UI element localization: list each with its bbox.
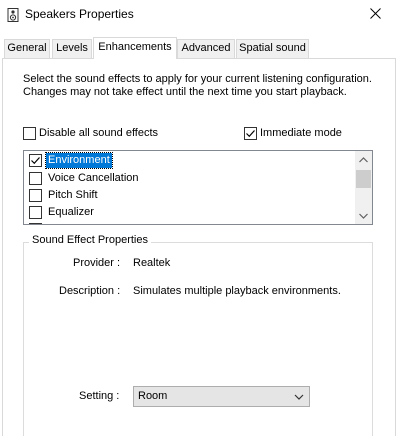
scroll-down-button[interactable] [355,207,372,224]
chevron-down-icon [294,392,304,402]
tab-strip: General Levels Enhancements Advanced Spa… [0,37,398,59]
title-bar: Speakers Properties [0,0,398,30]
description-value: Simulates multiple playback environments… [133,285,341,297]
scroll-up-button[interactable] [355,151,372,168]
speaker-icon [7,8,19,22]
tab-levels[interactable]: Levels [52,39,92,58]
pitch-shift-checkbox[interactable] [29,189,42,202]
immediate-mode-label[interactable]: Immediate mode [260,127,342,139]
list-item-pitch-shift[interactable]: Pitch Shift [24,188,354,204]
checkmark-icon [246,130,255,138]
close-icon [369,8,381,22]
immediate-mode-checkbox[interactable] [244,127,257,140]
enhancements-description: Select the sound effects to apply for yo… [23,73,372,98]
tab-enhancements[interactable]: Enhancements [93,37,177,59]
list-item-equalizer[interactable]: Equalizer [24,205,354,221]
tab-spatial-sound[interactable]: Spatial sound [236,39,309,58]
list-item-environment[interactable]: Environment [24,152,354,169]
setting-value: Room [138,390,168,402]
equalizer-checkbox[interactable] [29,206,42,219]
group-title: Sound Effect Properties [29,234,151,246]
disable-all-checkbox[interactable] [23,127,36,140]
voice-cancellation-checkbox[interactable] [29,172,42,185]
description-label: Description : [59,285,121,297]
list-item-voice-cancellation[interactable]: Voice Cancellation [24,171,354,187]
list-scrollbar[interactable] [355,151,372,224]
list-item-label: Pitch Shift [48,189,98,201]
list-item-label: Environment [45,152,113,169]
provider-label: Provider : [73,257,121,269]
scroll-thumb[interactable] [356,170,371,188]
list-item-label: Equalizer [48,206,94,218]
effects-list[interactable]: Environment Voice Cancellation Pitch Shi… [23,150,373,225]
list-item-label: Voice Cancellation [48,172,139,184]
environment-checkbox[interactable] [29,154,42,167]
chevron-up-icon [359,154,368,166]
list-item-partial [24,222,354,224]
setting-dropdown[interactable]: Room [133,386,310,407]
provider-value: Realtek [133,257,171,269]
close-button[interactable] [352,0,398,30]
partial-checkbox [29,223,42,224]
setting-label: Setting : [79,390,120,402]
checkmark-icon [31,157,40,165]
window-title: Speakers Properties [25,7,134,21]
tab-general[interactable]: General [4,39,50,58]
tab-advanced[interactable]: Advanced [177,39,235,58]
disable-all-label[interactable]: Disable all sound effects [39,127,158,139]
chevron-down-icon [359,210,368,222]
